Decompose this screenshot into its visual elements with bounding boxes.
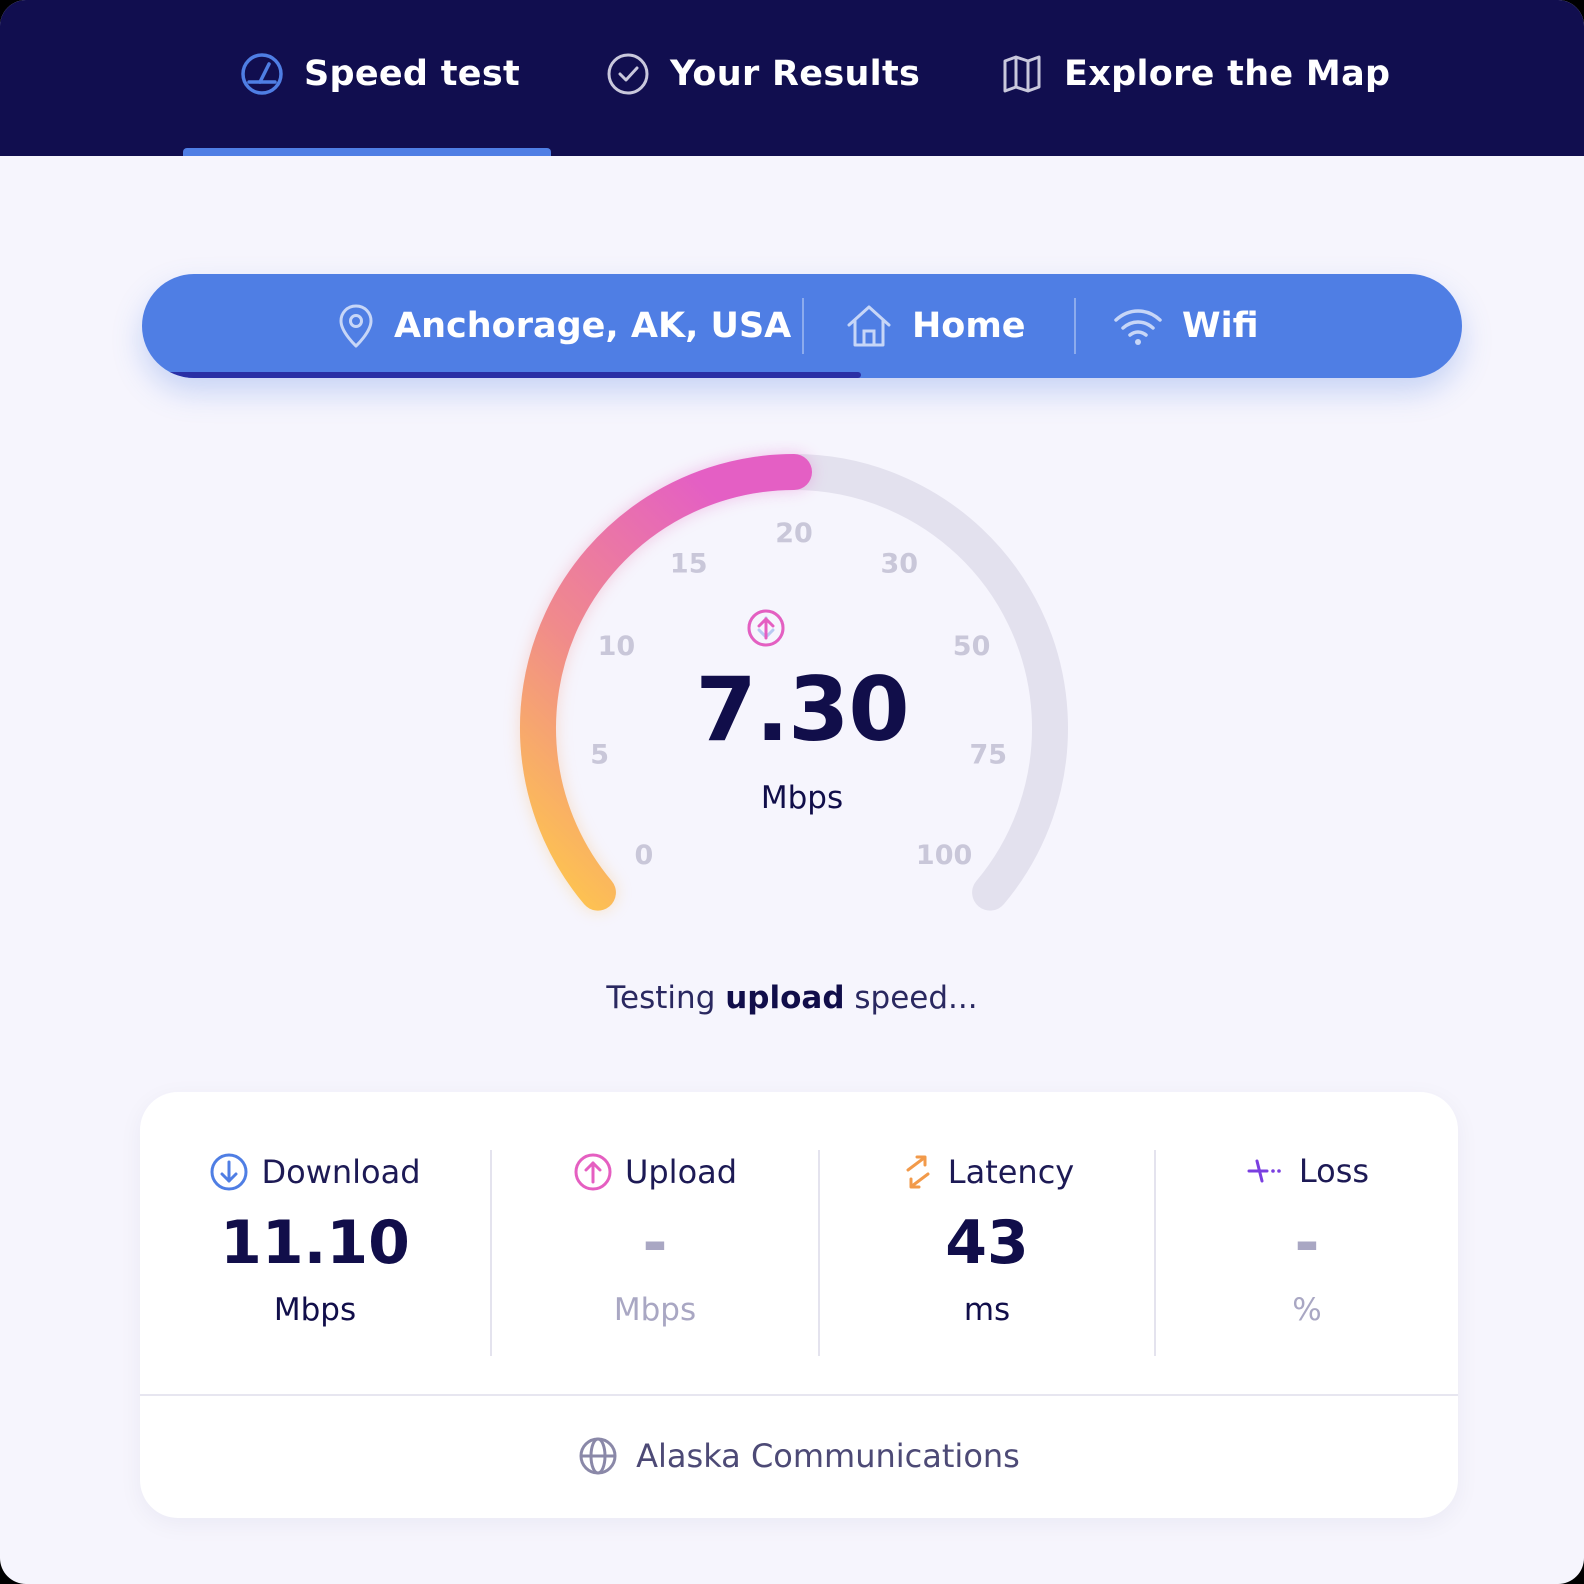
app-frame: Speed test Your Results Explore the Map: [0, 0, 1584, 1584]
status-suffix: speed...: [854, 980, 978, 1016]
loss-value: -: [1294, 1208, 1320, 1278]
tab-your-results[interactable]: Your Results: [604, 44, 920, 104]
location-pin-icon: [336, 303, 376, 349]
status-prefix: Testing: [606, 980, 716, 1016]
speed-gauge: 0 5 10 15 20 30 50 75 100 7.30 Mbps: [502, 440, 1082, 960]
tab-explore-map[interactable]: Explore the Map: [998, 44, 1390, 104]
top-nav: Speed test Your Results Explore the Map: [0, 0, 1584, 156]
latency-unit: ms: [963, 1292, 1011, 1328]
download-label: Download: [261, 1153, 421, 1191]
provider-info: Alaska Communications: [140, 1422, 1458, 1490]
download-metric: Download 11.10 Mbps: [140, 1152, 490, 1362]
loss-metric: Loss - %: [1156, 1152, 1458, 1362]
home-icon: [844, 303, 894, 349]
upload-unit: Mbps: [613, 1292, 697, 1328]
upload-metric: Upload - Mbps: [492, 1152, 818, 1362]
download-value: 11.10: [220, 1208, 410, 1278]
tab-label: Explore the Map: [1064, 54, 1391, 94]
globe-icon: [578, 1436, 618, 1476]
loss-label: Loss: [1298, 1152, 1370, 1190]
packet-loss-icon: [1245, 1155, 1287, 1187]
download-icon: [209, 1152, 249, 1192]
network-selector[interactable]: Wifi: [1112, 274, 1259, 378]
upload-label: Upload: [624, 1153, 738, 1191]
map-icon: [998, 50, 1046, 98]
connection-bar: Anchorage, AK, USA Home Wifi: [142, 274, 1462, 378]
place-label: Home: [912, 306, 1026, 346]
current-speed-value: 7.30: [695, 658, 909, 761]
gauge-readout: 7.30 Mbps: [502, 440, 1082, 960]
wifi-icon: [1112, 304, 1164, 348]
results-card: Download 11.10 Mbps Upload - Mbps Latenc…: [140, 1092, 1458, 1518]
upload-icon: [573, 1152, 613, 1192]
active-tab-indicator: [183, 148, 551, 156]
latency-value: 43: [945, 1208, 1029, 1278]
test-progress-bar: [142, 372, 1462, 378]
tab-label: Speed test: [304, 54, 521, 94]
latency-icon: [900, 1152, 936, 1192]
check-circle-icon: [604, 50, 652, 98]
tab-speed-test[interactable]: Speed test: [238, 44, 520, 104]
network-label: Wifi: [1182, 306, 1259, 346]
latency-metric: Latency 43 ms: [820, 1152, 1154, 1362]
divider: [1074, 298, 1076, 354]
loss-unit: %: [1292, 1292, 1322, 1328]
speedometer-icon: [238, 50, 286, 98]
divider: [802, 298, 804, 354]
test-progress-fill: [142, 372, 862, 378]
location-selector[interactable]: Anchorage, AK, USA: [336, 274, 791, 378]
provider-name: Alaska Communications: [636, 1437, 1020, 1475]
upload-value: -: [642, 1208, 668, 1278]
status-phase: upload: [725, 980, 845, 1016]
place-selector[interactable]: Home: [844, 274, 1026, 378]
download-unit: Mbps: [273, 1292, 357, 1328]
location-label: Anchorage, AK, USA: [394, 306, 792, 346]
divider: [140, 1394, 1458, 1396]
tab-label: Your Results: [670, 54, 921, 94]
test-status: Testing upload speed...: [0, 980, 1584, 1016]
current-speed-unit: Mbps: [760, 780, 844, 816]
latency-label: Latency: [947, 1153, 1075, 1191]
